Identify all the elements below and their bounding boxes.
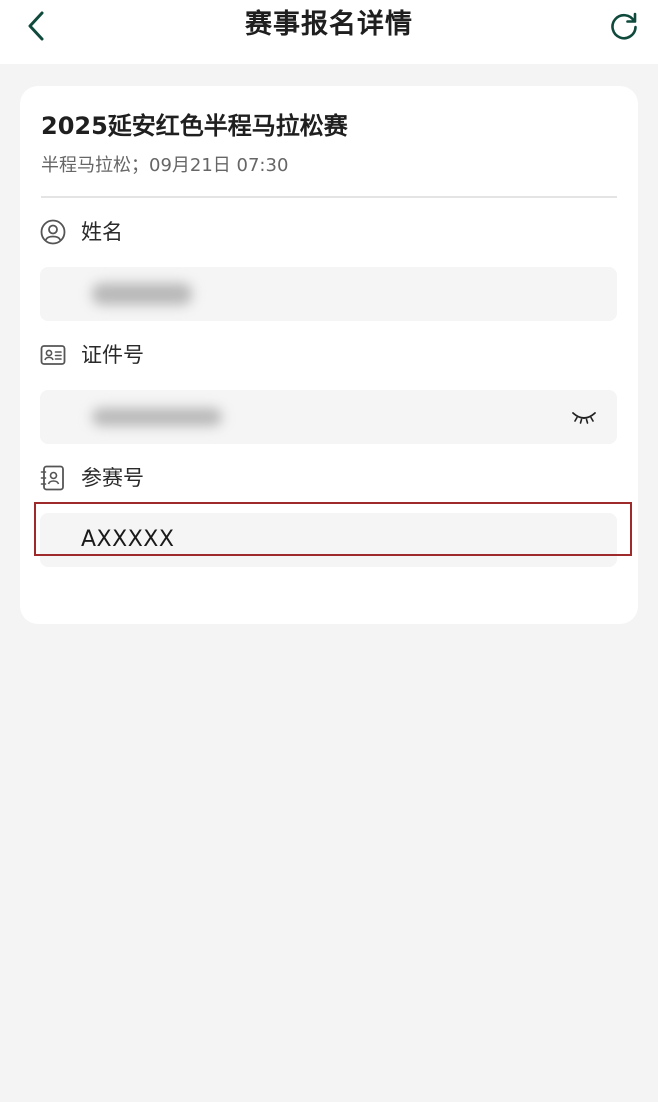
bib-number-label-row: 参赛号 <box>40 462 144 494</box>
contact-book-icon <box>40 465 66 491</box>
name-label: 姓名 <box>81 220 123 244</box>
event-meta: 半程马拉松；09月21日 07:30 <box>41 155 289 176</box>
divider <box>41 196 617 198</box>
refresh-icon <box>611 12 637 40</box>
page-title: 赛事报名详情 <box>245 9 413 40</box>
name-redaction <box>92 283 192 305</box>
name-label-row: 姓名 <box>40 216 123 248</box>
id-card-icon <box>40 342 66 368</box>
highlight-annotation <box>34 502 632 556</box>
user-circle-icon <box>40 219 66 245</box>
refresh-button[interactable] <box>604 6 644 46</box>
id-number-field <box>40 390 617 444</box>
toggle-visibility-button[interactable] <box>569 404 599 430</box>
top-nav-bar: 赛事报名详情 <box>0 0 658 64</box>
eye-closed-icon <box>572 412 596 424</box>
event-title: 2025延安红色半程马拉松赛 <box>41 112 348 140</box>
id-number-label-row: 证件号 <box>40 339 144 371</box>
id-number-redaction <box>92 408 222 426</box>
bib-number-label: 参赛号 <box>81 466 144 490</box>
name-field <box>40 267 617 321</box>
id-number-label: 证件号 <box>81 343 144 367</box>
